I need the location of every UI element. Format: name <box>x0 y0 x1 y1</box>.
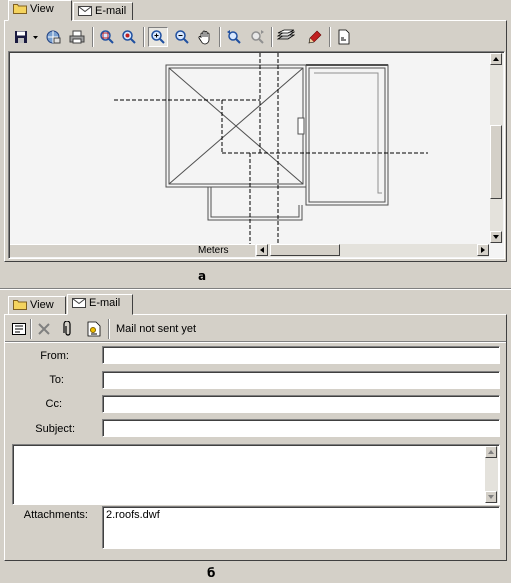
layers-icon <box>277 29 295 40</box>
figure-caption-a: a <box>198 269 207 283</box>
mail-status: Mail not sent yet <box>116 323 197 335</box>
units-status: Meters <box>10 244 255 257</box>
zoom-in-button[interactable] <box>148 27 168 47</box>
toolbar-separator <box>30 319 32 339</box>
delete-icon <box>38 323 50 335</box>
scroll-right-button[interactable] <box>477 244 489 256</box>
print-icon <box>69 30 85 44</box>
send-icon <box>87 321 101 337</box>
arrow-right-icon <box>481 247 485 253</box>
send-button[interactable] <box>84 319 104 339</box>
attachments-label: Attachments: <box>23 509 88 521</box>
previous-view-button[interactable] <box>224 27 244 47</box>
scroll-up-button[interactable] <box>490 53 502 65</box>
pan-button[interactable] <box>195 27 215 47</box>
toolbar-separator <box>143 27 145 47</box>
arrow-up-icon <box>493 57 499 61</box>
message-scrollbar[interactable] <box>485 446 498 503</box>
print-button[interactable] <box>67 27 87 47</box>
properties-icon <box>338 29 350 45</box>
toolbar-separator <box>108 319 110 339</box>
from-field[interactable] <box>102 346 500 364</box>
to-label: To: <box>49 374 64 386</box>
toolbar-separator <box>329 27 331 47</box>
floor-plan-drawing <box>114 53 428 245</box>
dropdown-arrow-icon <box>32 35 38 39</box>
layers-button[interactable] <box>276 27 296 47</box>
subject-field[interactable] <box>102 419 500 437</box>
drawing-viewport[interactable]: Meters <box>8 51 505 259</box>
toolbar-separator <box>92 27 94 47</box>
zoom-window-button[interactable] <box>97 27 117 47</box>
publish-button[interactable] <box>43 27 63 47</box>
tab-view-label: View <box>30 3 54 15</box>
tab-email[interactable]: E-mail <box>73 2 133 21</box>
publish-icon <box>46 30 61 44</box>
next-view-icon <box>251 30 264 44</box>
cc-field[interactable] <box>102 395 500 413</box>
markup-pen-icon <box>308 30 322 44</box>
next-view-button[interactable] <box>247 27 267 47</box>
horizontal-scrollbar[interactable] <box>256 244 489 257</box>
scroll-left-button[interactable] <box>256 244 268 256</box>
arrow-down-icon <box>488 495 494 499</box>
zoom-out-button[interactable] <box>172 27 192 47</box>
scroll-down-button[interactable] <box>490 231 502 243</box>
tab-email-label: E-mail <box>95 5 127 17</box>
message-body[interactable] <box>12 444 500 505</box>
folder-icon <box>13 3 27 17</box>
markup-button[interactable] <box>305 27 325 47</box>
save-icon <box>15 31 27 43</box>
horizontal-scroll-thumb[interactable] <box>270 244 340 256</box>
tab-view-label: View <box>30 299 54 311</box>
save-dropdown[interactable] <box>31 27 39 47</box>
cc-label: Cc: <box>45 398 63 410</box>
from-label: From: <box>40 350 69 362</box>
subject-label: Subject: <box>35 423 75 435</box>
pan-hand-icon <box>198 30 210 45</box>
attach-button[interactable] <box>58 319 78 339</box>
scroll-down-button[interactable] <box>485 491 497 503</box>
tab-view[interactable]: View <box>8 296 66 315</box>
toolbar-separator <box>219 27 221 47</box>
tab-email[interactable]: E-mail <box>67 294 133 315</box>
folder-icon <box>13 299 27 313</box>
address-book-button[interactable] <box>9 319 29 339</box>
zoom-extents-button[interactable] <box>119 27 139 47</box>
vertical-scroll-thumb[interactable] <box>490 125 502 199</box>
zoom-window-icon <box>100 30 114 44</box>
vertical-scrollbar[interactable] <box>490 53 503 243</box>
scroll-up-button[interactable] <box>485 446 497 458</box>
save-button[interactable] <box>11 27 31 47</box>
envelope-icon <box>72 298 86 311</box>
arrow-up-icon <box>488 450 494 454</box>
zoom-extents-icon <box>122 30 136 44</box>
tab-view[interactable]: View <box>8 0 72 21</box>
figure-divider <box>0 288 511 290</box>
delete-button[interactable] <box>34 319 54 339</box>
zoom-in-icon <box>151 30 165 44</box>
attachments-list[interactable]: 2.roofs.dwf <box>102 506 500 549</box>
arrow-down-icon <box>493 235 499 239</box>
to-field[interactable] <box>102 371 500 389</box>
zoom-out-icon <box>175 30 189 44</box>
toolbar-separator <box>271 27 273 47</box>
properties-button[interactable] <box>334 27 354 47</box>
address-book-icon <box>12 323 26 335</box>
previous-view-icon <box>227 30 241 44</box>
attach-icon <box>63 321 71 336</box>
arrow-left-icon <box>260 247 264 253</box>
tab-email-label: E-mail <box>89 297 121 309</box>
envelope-icon <box>78 6 92 19</box>
figure-caption-b: б <box>207 566 216 580</box>
units-label: Meters <box>198 245 229 256</box>
toolbar-bottom-rule <box>5 341 506 343</box>
